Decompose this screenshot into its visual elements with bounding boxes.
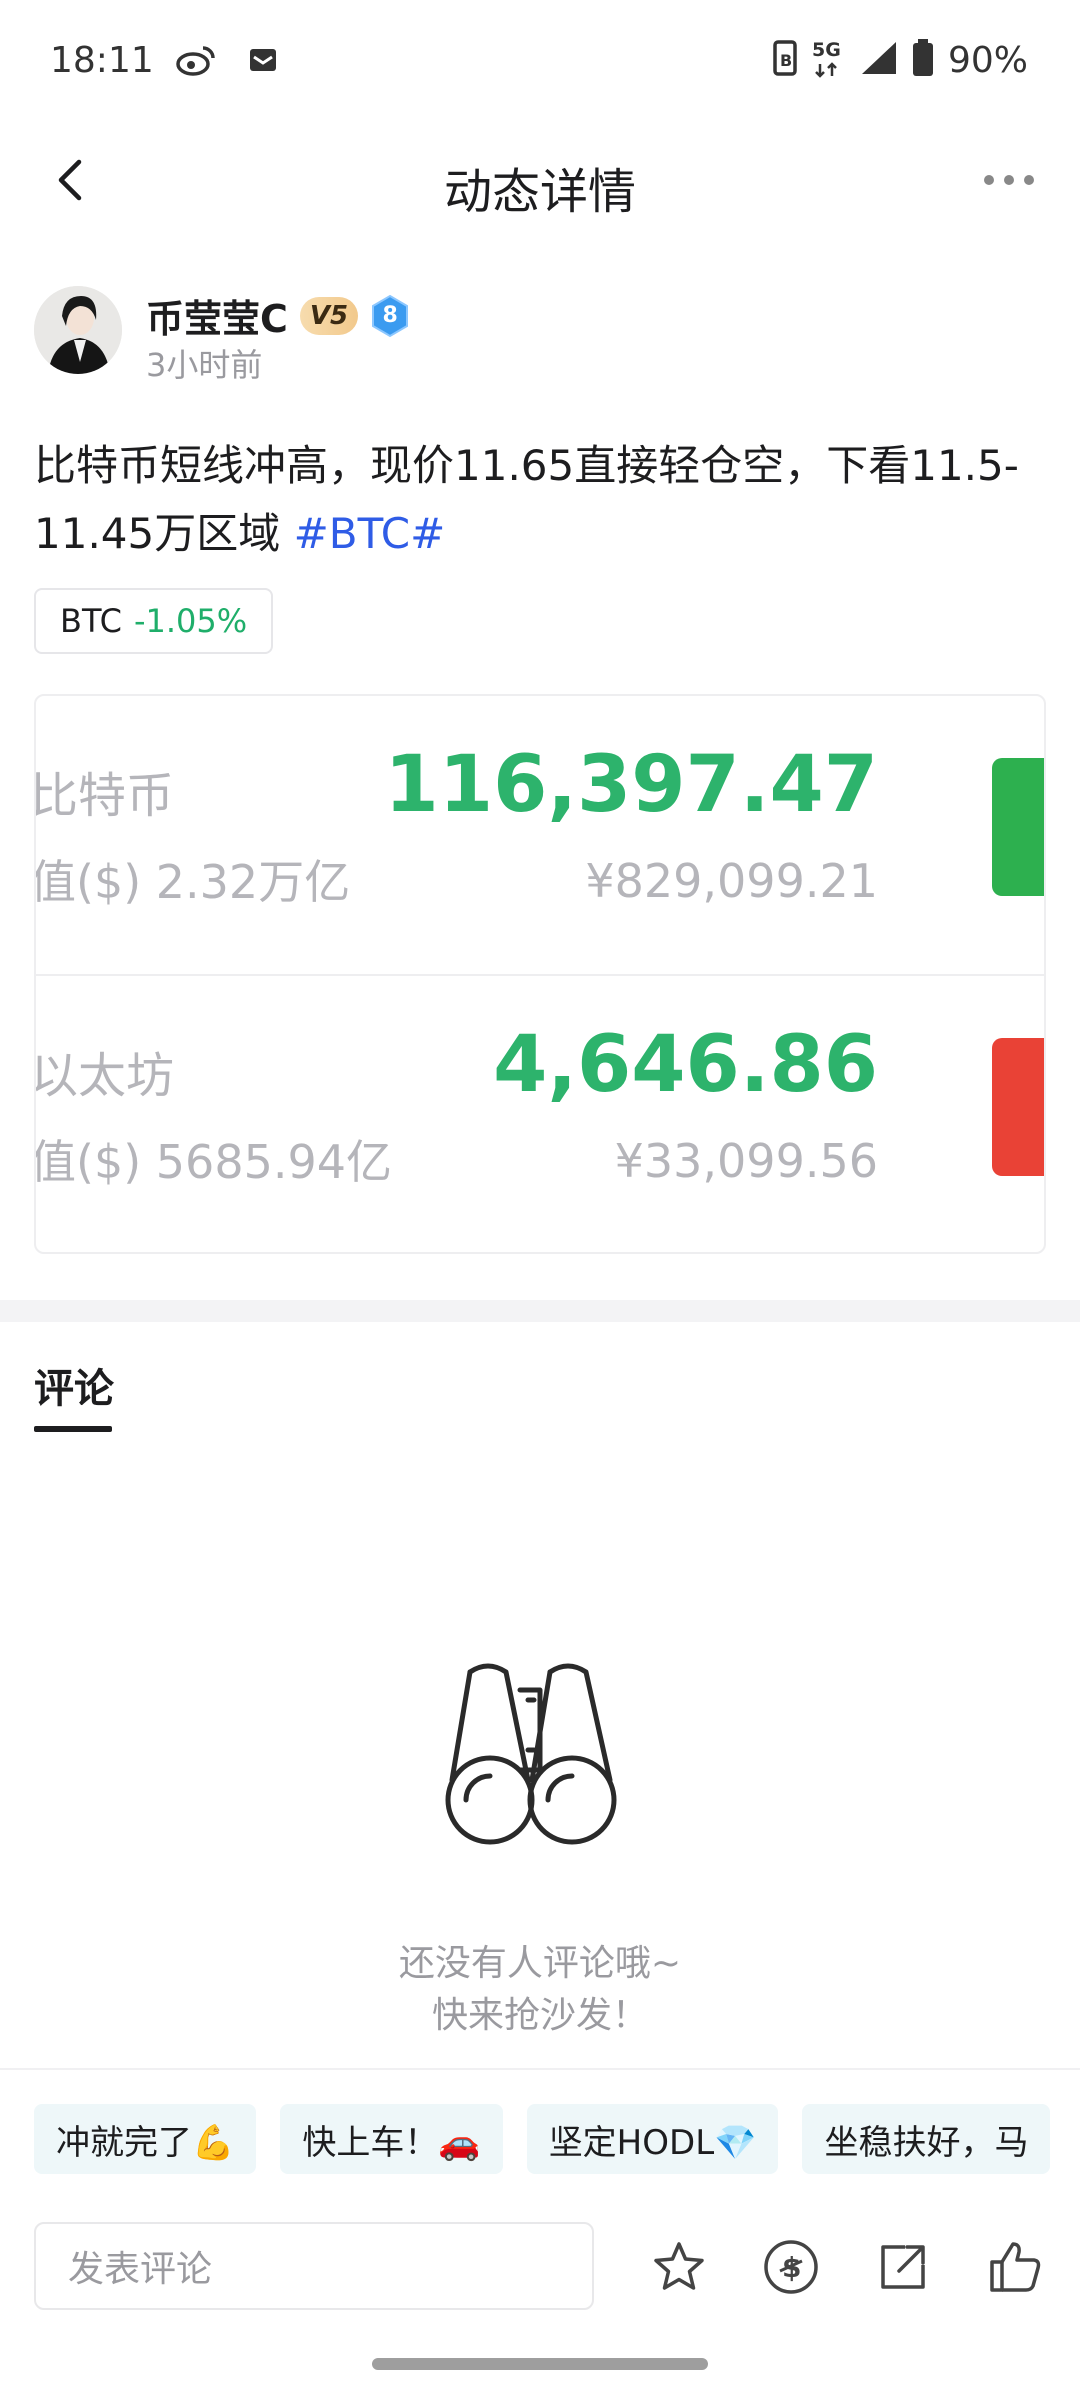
vip-badge: V5 [299,296,359,335]
author-name-row: 币莹莹C V5 8 [146,288,410,343]
market-card: 比特币 值($) 2.32万亿 116,397.47 ¥829,099.21 以… [34,694,1046,1254]
tab-comments[interactable]: 评论 [34,1356,114,1414]
coin-name: 以太坊 [34,1048,175,1104]
mail-icon [248,45,278,79]
coin-market-cap: 值($) 2.32万亿 [34,855,351,909]
level-badge: 8 [370,294,410,338]
coin-icon: $ [764,2240,818,2294]
change-indicator [992,1038,1044,1176]
author-name[interactable]: 币莹莹C [146,288,288,343]
ticker-change: -1.05% [133,602,248,640]
level-number: 8 [382,303,398,328]
market-row-btc[interactable]: 比特币 值($) 2.32万亿 116,397.47 ¥829,099.21 [34,696,1044,976]
post-text: 比特币短线冲高，现价11.65直接轻仓空，下看11.5-11.45万区域 [34,441,1019,558]
section-divider [0,1300,1080,1322]
page-header: 动态详情 [0,120,1080,240]
ticker-tag[interactable]: BTC -1.05% [34,588,274,654]
binoculars-icon [440,1660,640,1850]
coin-price-cny: ¥33,099.56 [614,1134,878,1188]
coin-price-cny: ¥829,099.21 [585,854,878,908]
nfc-icon: B [772,39,798,81]
network-5g-icon: 5G [812,38,846,82]
share-button[interactable] [868,2232,938,2302]
quick-reply-bar: 冲就完了💪 快上车！🚗 坚定HODL💎 坐稳扶好，马 [0,2068,1080,2188]
post-content: 比特币短线冲高，现价11.65直接轻仓空，下看11.5-11.45万区域 #BT… [34,432,1044,568]
tip-button[interactable]: $ [756,2232,826,2302]
status-bar: 18:11 B 5G 90% [0,0,1080,120]
more-button[interactable] [974,150,1044,210]
quick-reply-chip[interactable]: 快上车！🚗 [280,2104,503,2174]
market-row-eth[interactable]: 以太坊 值($) 5685.94亿 4,646.86 ¥33,099.56 [34,976,1044,1252]
post-time: 3小时前 [146,346,263,384]
favorite-button[interactable] [644,2232,714,2302]
quick-reply-chip[interactable]: 坚定HODL💎 [526,2104,779,2174]
hashtag-link[interactable]: #BTC# [294,509,446,558]
coin-market-cap: 值($) 5685.94亿 [34,1135,393,1189]
tab-indicator [34,1426,112,1432]
more-dots-icon [984,175,1034,185]
like-button[interactable] [980,2232,1050,2302]
avatar[interactable] [34,286,122,374]
share-icon [881,2245,925,2289]
quick-reply-chip[interactable]: 冲就完了💪 [34,2104,257,2174]
battery-percent: 90% [947,39,1028,81]
battery-icon [912,39,934,81]
status-system-icons: B 5G 90% [772,38,1028,82]
status-time: 18:11 [50,40,154,81]
home-indicator[interactable] [372,2358,708,2370]
thumbs-up-icon [990,2242,1041,2292]
quick-reply-chip[interactable]: 坐稳扶好，马 [802,2104,1051,2174]
coin-price-usd: 116,397.47 [384,740,878,830]
empty-comments-text: 还没有人评论哦~ [398,1943,682,1984]
ticker-symbol: BTC [60,602,122,640]
svg-text:5G: 5G [812,39,841,61]
page-title: 动态详情 [443,164,636,220]
coin-price-usd: 4,646.86 [493,1020,878,1110]
svg-text:B: B [780,51,792,70]
change-indicator [992,758,1044,896]
coin-name: 比特币 [34,768,175,824]
comment-input[interactable]: 发表评论 [34,2222,594,2310]
empty-comments-subtext: 快来抢沙发！ [431,1995,648,2036]
post-author: 币莹莹C V5 8 3小时前 [34,282,1044,384]
quick-reply-list: 冲就完了💪 快上车！🚗 坚定HODL💎 坐稳扶好，马 [34,2104,1051,2174]
star-icon [654,2242,704,2290]
signal-icon [860,40,898,80]
status-notification-icons [176,44,278,80]
weibo-icon [176,44,216,80]
